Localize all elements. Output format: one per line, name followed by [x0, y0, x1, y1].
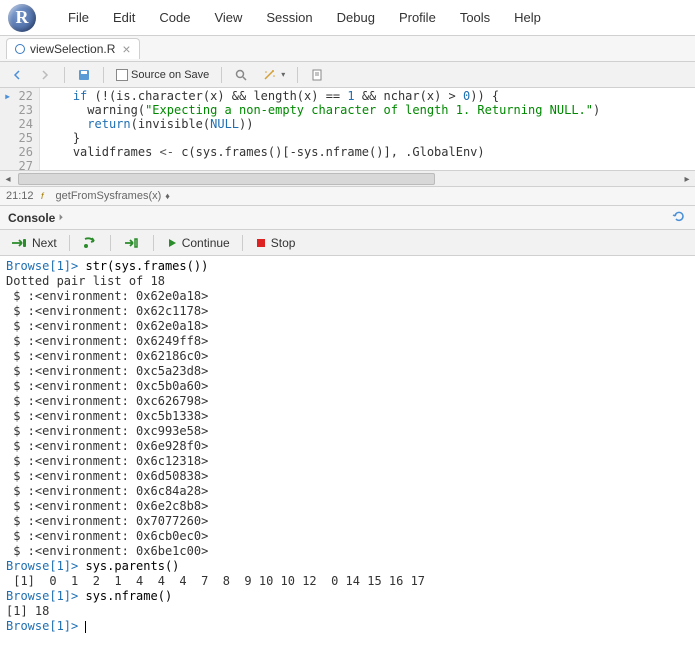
menu-code[interactable]: Code	[149, 6, 200, 29]
step-out-button[interactable]	[119, 234, 145, 252]
editor-area[interactable]: ▸ 222324252627 if (!(is.character(x) && …	[0, 88, 695, 170]
editor-toolbar: Source on Save ▾	[0, 62, 695, 88]
tab-label: viewSelection.R	[30, 42, 115, 56]
separator	[221, 67, 222, 83]
stop-button[interactable]: Stop	[251, 234, 300, 252]
menu-profile[interactable]: Profile	[389, 6, 446, 29]
separator	[153, 235, 154, 251]
separator	[297, 67, 298, 83]
tab-bar: viewSelection.R ×	[0, 36, 695, 62]
report-button[interactable]	[306, 66, 328, 84]
menu-debug[interactable]: Debug	[327, 6, 385, 29]
menu-session[interactable]: Session	[256, 6, 322, 29]
step-out-icon	[123, 236, 141, 250]
wand-button[interactable]: ▾	[258, 66, 289, 84]
floppy-icon	[77, 68, 91, 82]
continue-button[interactable]: Continue	[162, 234, 234, 252]
step-into-button[interactable]	[78, 234, 102, 252]
scroll-right-icon[interactable]: ▸	[679, 171, 695, 187]
menu-file[interactable]: File	[58, 6, 99, 29]
menubar: R File Edit Code View Session Debug Prof…	[0, 0, 695, 36]
console-toolbar: Next Continue Stop	[0, 230, 695, 256]
magnifier-icon	[234, 68, 248, 82]
source-on-save-toggle[interactable]: Source on Save	[112, 67, 213, 83]
menu-view[interactable]: View	[204, 6, 252, 29]
cursor-position: 21:12	[6, 190, 34, 202]
wand-icon	[262, 68, 278, 82]
stop-icon	[255, 237, 267, 249]
checkbox-icon	[116, 69, 128, 81]
close-icon[interactable]: ×	[122, 42, 130, 56]
editor-h-scroll[interactable]: ◂ ▸	[0, 170, 695, 186]
arrow-left-icon	[10, 68, 24, 82]
source-on-save-label: Source on Save	[131, 69, 209, 81]
separator	[103, 67, 104, 83]
function-nav[interactable]: f getFromSysframes(x) ♦	[40, 190, 170, 202]
menu-edit[interactable]: Edit	[103, 6, 145, 29]
console-header: Console 🞂	[0, 206, 695, 230]
console-refresh-icon[interactable]	[671, 208, 687, 227]
r-file-icon	[15, 44, 25, 54]
step-next-icon	[10, 236, 28, 250]
code-area[interactable]: if (!(is.character(x) && length(x) == 1 …	[40, 88, 695, 170]
fn-name: getFromSysframes(x)	[56, 190, 162, 202]
r-logo: R	[8, 4, 36, 32]
step-into-icon	[82, 236, 98, 250]
find-button[interactable]	[230, 66, 252, 84]
fn-icon: f	[40, 190, 52, 202]
back-button[interactable]	[6, 66, 28, 84]
svg-text:f: f	[41, 191, 45, 201]
document-icon	[310, 68, 324, 82]
separator	[69, 235, 70, 251]
menu-tools[interactable]: Tools	[450, 6, 500, 29]
console-title: Console	[8, 211, 55, 225]
console-body[interactable]: Browse[1]> str(sys.frames())Dotted pair …	[0, 256, 695, 637]
next-label: Next	[32, 236, 57, 250]
separator	[110, 235, 111, 251]
save-button[interactable]	[73, 66, 95, 84]
separator	[242, 235, 243, 251]
arrow-right-icon	[38, 68, 52, 82]
gutter: ▸ 222324252627	[0, 88, 40, 170]
scroll-left-icon[interactable]: ◂	[0, 171, 16, 187]
separator	[64, 67, 65, 83]
tab-viewselection[interactable]: viewSelection.R ×	[6, 38, 140, 59]
continue-label: Continue	[182, 236, 230, 250]
next-button[interactable]: Next	[6, 234, 61, 252]
editor-statusbar: 21:12 f getFromSysframes(x) ♦	[0, 186, 695, 206]
forward-button[interactable]	[34, 66, 56, 84]
play-icon	[166, 237, 178, 249]
scroll-thumb[interactable]	[18, 173, 435, 185]
menu-help[interactable]: Help	[504, 6, 551, 29]
stop-label: Stop	[271, 236, 296, 250]
